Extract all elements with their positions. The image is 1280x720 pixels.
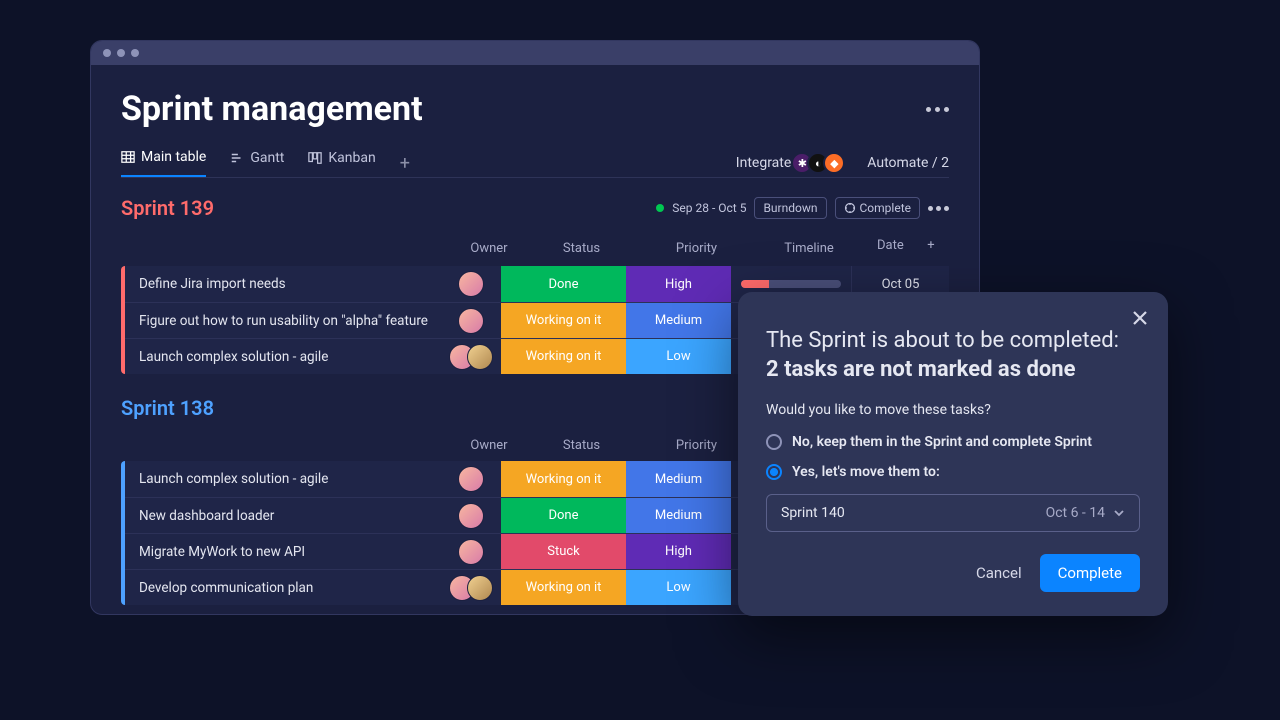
automate-button[interactable]: Automate / 2 [861,155,949,171]
col-owner: Owner [459,438,519,453]
task-name: Migrate MyWork to new API [125,544,441,560]
option-move-tasks[interactable]: Yes, let's move them to: [766,464,1140,480]
cancel-button[interactable]: Cancel [976,564,1022,582]
avatar [458,539,484,565]
complete-sprint-button[interactable]: Complete [835,197,921,219]
burndown-button[interactable]: Burndown [754,197,826,219]
sprint-date-range: Sep 28 - Oct 5 [672,201,746,215]
owner-cell[interactable] [441,308,501,334]
task-name: New dashboard loader [125,508,441,524]
window-dot[interactable] [117,49,125,57]
status-cell[interactable]: Working on it [501,570,626,605]
priority-cell[interactable]: High [626,534,731,569]
tab-label: Kanban [328,150,375,166]
sprint-title-139[interactable]: Sprint 139 [121,196,214,220]
status-cell[interactable]: Working on it [501,339,626,374]
owner-cell[interactable] [441,271,501,297]
owner-cell[interactable] [441,503,501,529]
priority-cell[interactable]: Medium [626,461,731,497]
status-dot-icon [656,204,664,212]
move-target-select[interactable]: Sprint 140 Oct 6 - 14 [766,494,1140,532]
tab-label: Gantt [250,150,284,166]
more-menu[interactable] [926,107,949,112]
sprint-more-menu[interactable] [928,206,949,211]
select-value: Sprint 140 [781,505,845,521]
task-name: Launch complex solution - agile [125,471,441,487]
table-icon [121,150,135,164]
avatar [458,503,484,529]
kanban-icon [308,151,322,165]
status-cell[interactable]: Done [501,498,626,533]
col-status: Status [519,438,644,453]
priority-cell[interactable]: High [626,266,731,302]
avatar [467,344,493,370]
integrate-button[interactable]: Integrate ✱ ◐ ◆ [730,152,846,174]
tab-label: Main table [141,149,206,165]
owner-cell[interactable] [441,344,501,370]
chevron-down-icon [1113,507,1125,519]
col-timeline: Timeline [749,241,869,256]
col-priority: Priority [644,438,749,453]
col-owner: Owner [459,241,519,256]
tab-gantt[interactable]: Gantt [230,150,284,176]
gantt-icon [230,151,244,165]
task-name: Develop communication plan [125,580,441,596]
priority-cell[interactable]: Medium [626,303,731,338]
complete-button[interactable]: Complete [1040,554,1140,592]
status-cell[interactable]: Working on it [501,461,626,497]
select-range: Oct 6 - 14 [1046,505,1105,521]
gitlab-icon: ◆ [823,152,845,174]
complete-sprint-dialog: The Sprint is about to be completed: 2 t… [738,292,1168,616]
priority-cell[interactable]: Low [626,570,731,605]
avatar [458,271,484,297]
page-title: Sprint management [121,89,423,129]
avatar [458,466,484,492]
owner-cell[interactable] [441,575,501,601]
column-headers: Owner Status Priority Timeline Date + [121,232,949,266]
dialog-title-line1: The Sprint is about to be completed: [766,328,1140,353]
task-name: Launch complex solution - agile [125,349,441,365]
automate-label: Automate / 2 [867,155,949,171]
add-column-button[interactable]: + [921,238,941,258]
radio-checked-icon [766,464,782,480]
priority-cell[interactable]: Medium [626,498,731,533]
owner-cell[interactable] [441,466,501,492]
owner-cell[interactable] [441,539,501,565]
dialog-title-line2: 2 tasks are not marked as done [766,357,1140,382]
status-cell[interactable]: Working on it [501,303,626,338]
dialog-question: Would you like to move these tasks? [766,402,1140,418]
complete-icon [844,202,856,214]
window-dot[interactable] [131,49,139,57]
status-cell[interactable]: Stuck [501,534,626,569]
tab-kanban[interactable]: Kanban [308,150,375,176]
priority-cell[interactable]: Low [626,339,731,374]
avatar [467,575,493,601]
status-cell[interactable]: Done [501,266,626,302]
task-name: Figure out how to run usability on "alph… [125,313,441,329]
option-keep-tasks[interactable]: No, keep them in the Sprint and complete… [766,434,1140,450]
col-status: Status [519,241,644,256]
radio-unchecked-icon [766,434,782,450]
sprint-title-138[interactable]: Sprint 138 [121,396,214,420]
add-view-button[interactable]: + [400,153,410,174]
tab-main-table[interactable]: Main table [121,149,206,177]
option-label: No, keep them in the Sprint and complete… [792,434,1092,450]
integrate-label: Integrate [736,155,792,171]
task-name: Define Jira import needs [125,276,441,292]
col-date: Date [877,238,904,258]
window-dot[interactable] [103,49,111,57]
col-priority: Priority [644,241,749,256]
option-label: Yes, let's move them to: [792,464,940,480]
timeline-cell[interactable] [731,280,851,288]
avatar [458,308,484,334]
titlebar [91,41,979,65]
integration-stack: ✱ ◐ ◆ [797,152,845,174]
close-icon[interactable] [1130,308,1150,328]
